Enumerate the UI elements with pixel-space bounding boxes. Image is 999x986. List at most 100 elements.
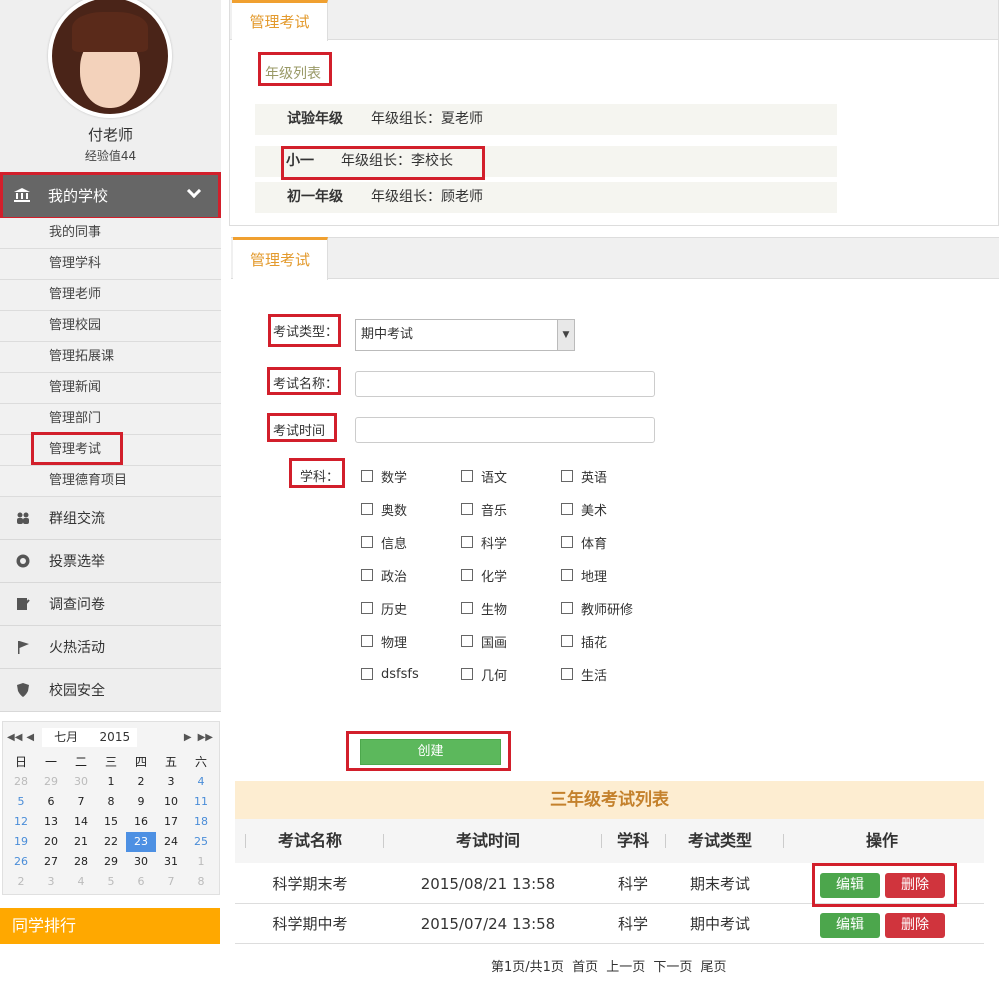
sidebar-item-groups[interactable]: 群组交流 <box>0 497 221 540</box>
calendar-day[interactable]: 25 <box>186 832 216 852</box>
subject-checkbox[interactable] <box>361 668 373 680</box>
calendar-day[interactable]: 30 <box>66 772 96 792</box>
prev-month-icon[interactable]: ◀ <box>26 732 34 743</box>
calendar-day[interactable]: 11 <box>186 792 216 812</box>
subject-checkbox[interactable] <box>361 536 373 548</box>
subject-checkbox[interactable] <box>461 470 473 482</box>
next-year-icon[interactable]: ▶▶ <box>198 732 219 743</box>
calendar-day[interactable]: 27 <box>36 852 66 872</box>
calendar-day[interactable]: 6 <box>126 872 156 892</box>
calendar-day[interactable]: 19 <box>6 832 36 852</box>
subject-checkbox[interactable] <box>461 668 473 680</box>
calendar-day[interactable]: 3 <box>36 872 66 892</box>
calendar-day[interactable]: 14 <box>66 812 96 832</box>
submenu-item[interactable]: 管理拓展课 <box>0 342 221 373</box>
subject-checkbox[interactable] <box>561 668 573 680</box>
subject-checkbox[interactable] <box>461 602 473 614</box>
sidebar-item-survey[interactable]: 调查问卷 <box>0 583 221 626</box>
calendar-day[interactable]: 1 <box>186 852 216 872</box>
calendar-day[interactable]: 10 <box>156 792 186 812</box>
calendar-day[interactable]: 29 <box>96 852 126 872</box>
calendar-day[interactable]: 6 <box>36 792 66 812</box>
subject-checkbox[interactable] <box>461 503 473 515</box>
submenu-item[interactable]: 管理新闻 <box>0 373 221 404</box>
subject-option[interactable]: 插花 <box>561 633 661 651</box>
subject-option[interactable]: 政治 <box>361 567 461 585</box>
calendar-day[interactable]: 4 <box>66 872 96 892</box>
subject-option[interactable]: 地理 <box>561 567 661 585</box>
calendar-day[interactable]: 17 <box>156 812 186 832</box>
subject-option[interactable]: 教师研修 <box>561 600 661 618</box>
subject-option[interactable]: 语文 <box>461 468 561 486</box>
calendar-day[interactable]: 2 <box>126 772 156 792</box>
subject-checkbox[interactable] <box>461 635 473 647</box>
first-page-link[interactable]: 首页 <box>572 960 598 975</box>
calendar-day[interactable]: 16 <box>126 812 156 832</box>
grade-row[interactable]: 试验年级 年级组长：夏老师 <box>255 104 837 135</box>
subject-option[interactable]: 科学 <box>461 534 561 552</box>
subject-checkbox[interactable] <box>561 635 573 647</box>
calendar-day[interactable]: 4 <box>186 772 216 792</box>
prev-year-icon[interactable]: ◀◀ <box>3 732 26 743</box>
next-month-icon[interactable]: ▶ <box>184 732 198 743</box>
calendar-day[interactable]: 5 <box>6 792 36 812</box>
grade-row[interactable]: 初一年级 年级组长：顾老师 <box>255 182 837 213</box>
calendar-day[interactable]: 18 <box>186 812 216 832</box>
tab-manage-exam[interactable]: 管理考试 <box>232 0 328 41</box>
calendar-day[interactable]: 30 <box>126 852 156 872</box>
subject-option[interactable]: 几何 <box>461 666 561 684</box>
submenu-item[interactable]: 管理部门 <box>0 404 221 435</box>
submenu-item[interactable]: 管理老师 <box>0 280 221 311</box>
calendar-day[interactable]: 22 <box>96 832 126 852</box>
delete-button[interactable]: 删除 <box>885 913 945 938</box>
calendar-day[interactable]: 21 <box>66 832 96 852</box>
subject-option[interactable]: 国画 <box>461 633 561 651</box>
calendar-day[interactable]: 29 <box>36 772 66 792</box>
subject-checkbox[interactable] <box>561 536 573 548</box>
calendar-day[interactable]: 20 <box>36 832 66 852</box>
calendar-day[interactable]: 13 <box>36 812 66 832</box>
subject-option[interactable]: 历史 <box>361 600 461 618</box>
menu-my-school[interactable]: 我的学校 <box>0 172 221 218</box>
calendar-day[interactable]: 7 <box>156 872 186 892</box>
sidebar-item-safety[interactable]: 校园安全 <box>0 669 221 712</box>
submenu-item[interactable]: 管理德育项目 <box>0 466 221 497</box>
classmate-ranking-header[interactable]: 同学排行 <box>0 908 220 944</box>
subject-option[interactable]: 体育 <box>561 534 661 552</box>
subject-option[interactable]: 物理 <box>361 633 461 651</box>
submenu-item[interactable]: 管理校园 <box>0 311 221 342</box>
subject-option[interactable]: 美术 <box>561 501 661 519</box>
sidebar-item-activity[interactable]: 火热活动 <box>0 626 221 669</box>
calendar-day[interactable]: 8 <box>96 792 126 812</box>
subject-option[interactable]: 奥数 <box>361 501 461 519</box>
subject-checkbox[interactable] <box>561 569 573 581</box>
calendar-day[interactable]: 2 <box>6 872 36 892</box>
submenu-item[interactable]: 我的同事 <box>0 218 221 249</box>
grade-row[interactable]: 小一 年级组长：李校长 <box>255 146 837 177</box>
subject-option[interactable]: 生物 <box>461 600 561 618</box>
submenu-item-manage-exam[interactable]: 管理考试 <box>0 435 221 466</box>
subject-checkbox[interactable] <box>361 569 373 581</box>
edit-button[interactable]: 编辑 <box>820 873 880 898</box>
calendar-day[interactable]: 26 <box>6 852 36 872</box>
calendar-day[interactable]: 5 <box>96 872 126 892</box>
calendar-day[interactable]: 23 <box>126 832 156 852</box>
grade-list-link[interactable]: 年级列表 <box>265 63 321 83</box>
next-page-link[interactable]: 下一页 <box>653 960 692 975</box>
prev-page-link[interactable]: 上一页 <box>606 960 645 975</box>
calendar-day[interactable]: 24 <box>156 832 186 852</box>
calendar-day[interactable]: 8 <box>186 872 216 892</box>
subject-option[interactable]: dsfsfs <box>361 666 461 682</box>
calendar-day[interactable]: 9 <box>126 792 156 812</box>
exam-time-input[interactable] <box>355 417 655 443</box>
submenu-item[interactable]: 管理学科 <box>0 249 221 280</box>
calendar-day[interactable]: 15 <box>96 812 126 832</box>
subject-checkbox[interactable] <box>461 536 473 548</box>
last-page-link[interactable]: 尾页 <box>701 960 727 975</box>
subject-checkbox[interactable] <box>361 635 373 647</box>
create-button[interactable]: 创建 <box>360 739 501 765</box>
subject-option[interactable]: 英语 <box>561 468 661 486</box>
subject-checkbox[interactable] <box>361 470 373 482</box>
subject-checkbox[interactable] <box>461 569 473 581</box>
calendar-month-year[interactable]: 七月 2015 <box>42 727 138 747</box>
